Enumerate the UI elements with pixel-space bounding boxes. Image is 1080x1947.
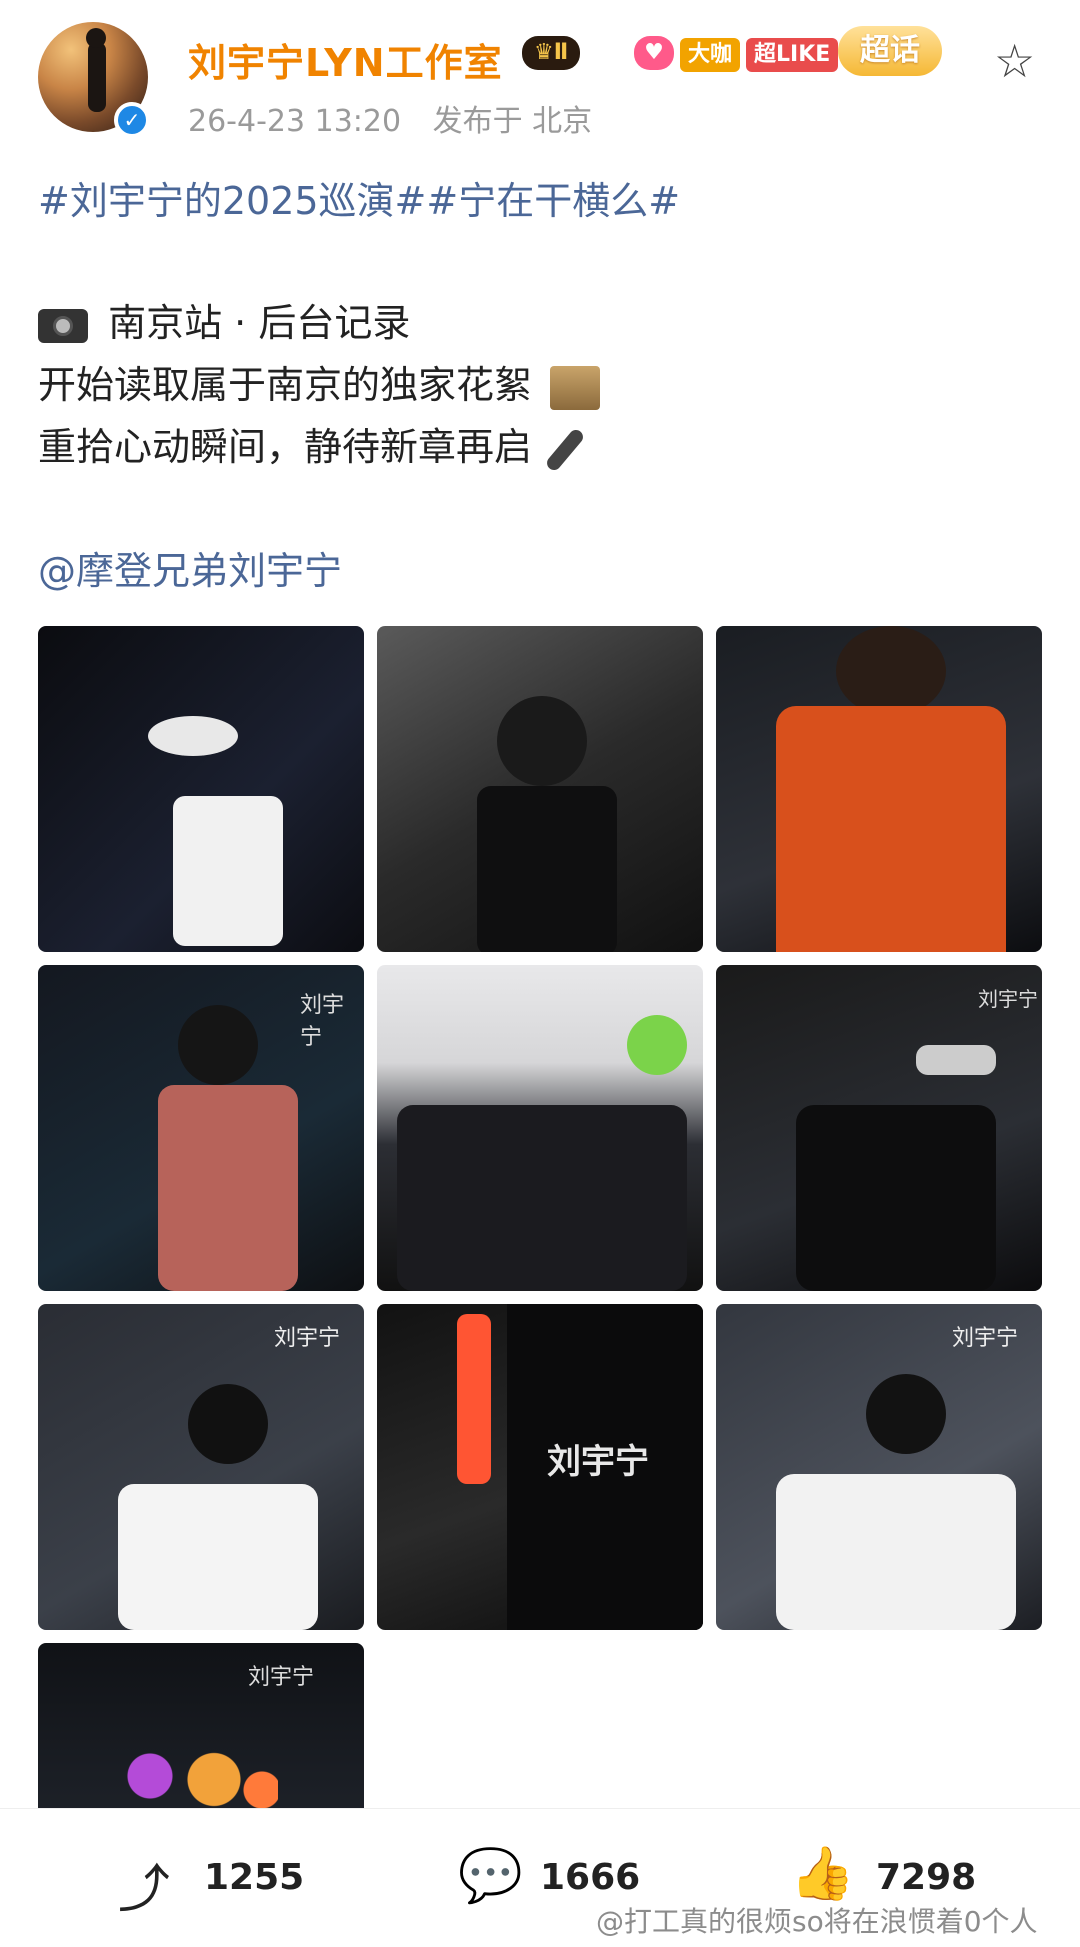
post-line-1: 南京站 · 后台记录 bbox=[38, 292, 410, 347]
photo-10-watermark: 刘宇宁 bbox=[248, 1665, 315, 1690]
photo-8[interactable]: 刘宇宁 bbox=[377, 1304, 703, 1630]
username[interactable]: 刘宇宁LYN工作室 bbox=[188, 32, 503, 87]
orange-microphone bbox=[457, 1314, 491, 1484]
photo-6-watermark: 刘宇宁 bbox=[978, 987, 1038, 1011]
white-outfit bbox=[173, 796, 283, 946]
white-outfit bbox=[118, 1484, 318, 1630]
post-meta: 26-4-23 13:20 发布于 北京 bbox=[188, 96, 614, 140]
mention-link[interactable]: @摩登兄弟刘宇宁 bbox=[38, 540, 342, 595]
hashtags[interactable]: #刘宇宁的2025巡演##宁在干横么# bbox=[38, 170, 680, 225]
photo-9-watermark: 刘宇宁 bbox=[952, 1326, 1019, 1351]
verified-icon: ✓ bbox=[114, 102, 150, 138]
photo-8-logo: 刘宇宁 bbox=[547, 1442, 649, 1482]
dakai-badge[interactable]: 大咖 bbox=[680, 38, 741, 72]
head bbox=[178, 1005, 258, 1085]
hat bbox=[148, 716, 238, 756]
head bbox=[497, 696, 587, 786]
hair bbox=[836, 626, 946, 716]
avatar-figure bbox=[86, 28, 106, 112]
post-line-2-text: 开始读取属于南京的独家花絮 bbox=[38, 363, 533, 407]
photo-4[interactable]: 刘宇宁 bbox=[38, 965, 364, 1291]
post-date: 26-4-23 13:20 bbox=[188, 104, 402, 139]
photo-10[interactable]: 刘宇宁 bbox=[38, 1643, 364, 1813]
share-icon[interactable]: ⤴ bbox=[118, 1847, 170, 1922]
post-location: 发布于 北京 bbox=[432, 104, 593, 139]
post-line-3: 重拾心动瞬间，静待新章再启 bbox=[38, 416, 586, 474]
black-jacket bbox=[796, 1105, 996, 1291]
film-icon bbox=[550, 365, 601, 410]
balloons bbox=[627, 1015, 687, 1075]
post-line-2: 开始读取属于南京的独家花絮 bbox=[38, 354, 601, 410]
microphone-icon bbox=[544, 426, 586, 473]
chaolike-badge[interactable]: 超LIKE bbox=[746, 38, 839, 72]
post-line-1-text: 南京站 · 后台记录 bbox=[108, 301, 411, 345]
star-icon[interactable]: ☆ bbox=[994, 34, 1035, 88]
crowd bbox=[397, 1105, 687, 1291]
photo-3[interactable] bbox=[716, 626, 1042, 952]
photo-1[interactable] bbox=[38, 626, 364, 952]
chaohua-badge[interactable]: 超话 bbox=[838, 26, 942, 76]
post-line-3-text: 重拾心动瞬间，静待新章再启 bbox=[38, 425, 533, 469]
photo-7-watermark: 刘宇宁 bbox=[274, 1326, 341, 1351]
photo-5[interactable] bbox=[377, 965, 703, 1291]
orange-jacket bbox=[776, 706, 1006, 952]
comment-icon[interactable]: 💬 bbox=[458, 1845, 523, 1906]
crown-badge[interactable]: ♛Ⅱ bbox=[522, 36, 581, 70]
white-outfit bbox=[776, 1474, 1016, 1630]
photo-7[interactable]: 刘宇宁 bbox=[38, 1304, 364, 1630]
head bbox=[188, 1384, 268, 1464]
thumbs-up-icon[interactable]: 👍 bbox=[790, 1843, 855, 1904]
photo-4-watermark: 刘宇宁 bbox=[300, 993, 345, 1050]
share-count[interactable]: 1255 bbox=[204, 1857, 304, 1898]
photo-6[interactable]: 刘宇宁 bbox=[716, 965, 1042, 1291]
comment-count[interactable]: 1666 bbox=[540, 1857, 640, 1898]
photo-2[interactable] bbox=[377, 626, 703, 952]
balloons bbox=[118, 1748, 278, 1813]
watermark: @打工真的很烦so将在浪惯着0个人 bbox=[596, 1905, 1038, 1938]
fan-badge[interactable]: ♥ bbox=[634, 36, 674, 70]
photo-9[interactable]: 刘宇宁 bbox=[716, 1304, 1042, 1630]
hat-studs bbox=[916, 1045, 996, 1075]
like-count[interactable]: 7298 bbox=[876, 1857, 976, 1898]
leather-jacket bbox=[477, 786, 617, 952]
head bbox=[866, 1374, 946, 1454]
pink-jacket bbox=[158, 1085, 298, 1291]
camera-icon bbox=[38, 308, 88, 343]
